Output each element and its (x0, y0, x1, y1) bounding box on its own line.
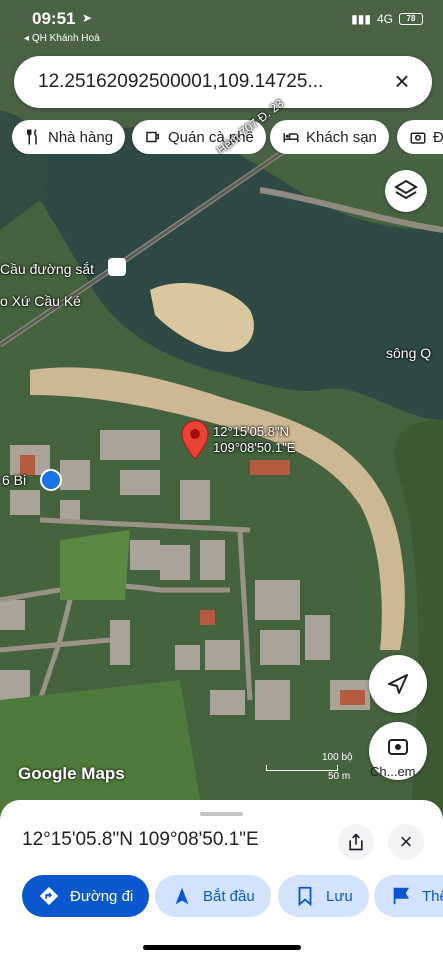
network-icon: 4G (376, 12, 393, 26)
pin-longitude: 109°08'50.1"E (213, 440, 296, 455)
navigation-arrow-icon (388, 674, 408, 694)
search-query[interactable]: 12.25162092500001,109.14725... (38, 71, 323, 93)
chip-hotels[interactable]: Khách sạn (270, 120, 389, 154)
map-scale: 100 bộ 50 m (266, 752, 353, 782)
directions-button[interactable]: Đường đi (22, 875, 150, 917)
share-icon (349, 833, 363, 851)
search-bar[interactable]: 12.25162092500001,109.14725... × (14, 56, 432, 108)
chip-restaurants[interactable]: Nhà hàng (12, 120, 126, 154)
street-view-icon (388, 739, 408, 755)
scale-meters: 50 m (328, 771, 351, 782)
chip-label: Nhà hàng (48, 128, 114, 146)
street-view-label: Ch...em (370, 764, 416, 779)
shopping-cart-icon[interactable] (40, 469, 62, 491)
battery-icon: 78 (399, 13, 423, 25)
coffee-icon (146, 131, 159, 143)
add-label-label: Thê (422, 887, 443, 905)
chip-label: Khách sạn (306, 128, 377, 146)
river-label: sông Q (386, 345, 432, 361)
layers-button[interactable] (385, 170, 427, 212)
pin-latitude: 12°15'05.8"N (213, 424, 289, 439)
bed-icon (283, 133, 299, 143)
shop-label[interactable]: 6 Bi (2, 472, 26, 488)
close-icon: × (399, 829, 413, 854)
location-pin-icon[interactable] (181, 420, 209, 460)
fork-knife-icon (27, 128, 37, 145)
save-button[interactable]: Lưu (278, 875, 369, 917)
signal-icon: ▮▮▮ (351, 12, 371, 26)
start-label: Bắt đầu (203, 887, 255, 905)
bookmark-icon (298, 886, 312, 907)
carrier-label: ◂ QH Khánh Hoà (24, 33, 100, 44)
clear-search-icon[interactable]: × (388, 68, 416, 96)
navigation-arrow-icon (175, 887, 189, 905)
location-arrow-icon: ➤ (82, 11, 93, 25)
status-bar: 09:51 ➤ ◂ QH Khánh Hoà ▮▮▮ 4G 78 (0, 0, 443, 44)
flag-icon (393, 887, 410, 905)
scale-feet: 100 bộ (322, 752, 353, 763)
my-location-button[interactable] (369, 655, 427, 713)
sheet-drag-handle[interactable] (200, 812, 243, 816)
action-buttons: Đường đi Bắt đầu Lưu Thê (22, 875, 443, 917)
share-button[interactable] (338, 824, 374, 860)
add-label-button[interactable]: Thê (374, 875, 443, 917)
sheet-title: 12°15'05.8"N 109°08'50.1"E (22, 829, 259, 850)
start-button[interactable]: Bắt đầu (155, 875, 271, 917)
directions-label: Đường đi (70, 887, 134, 905)
camera-icon (410, 132, 426, 144)
google-maps-logo: Google Maps (18, 764, 125, 783)
bridge-label[interactable]: Cầu đường sắt (0, 261, 94, 277)
pin-coordinates: 12°15'05.8"N 109°08'50.1"E (213, 424, 295, 456)
directions-icon (39, 886, 59, 906)
chip-label: Đị (433, 128, 443, 146)
status-icons: ▮▮▮ 4G 78 (351, 12, 423, 26)
status-time: 09:51 (32, 9, 76, 28)
church-label[interactable]: o Xứ Cầu Ké (0, 293, 81, 309)
place-bottom-sheet[interactable]: 12°15'05.8"N 109°08'50.1"E × Đường đi Bắ… (0, 800, 443, 959)
layers-icon (394, 179, 418, 200)
chip-attractions[interactable]: Đị (397, 120, 443, 154)
save-label: Lưu (326, 887, 353, 905)
close-sheet-button[interactable]: × (388, 824, 424, 860)
railway-bridge-icon[interactable] (108, 258, 126, 276)
home-indicator[interactable] (143, 945, 301, 950)
